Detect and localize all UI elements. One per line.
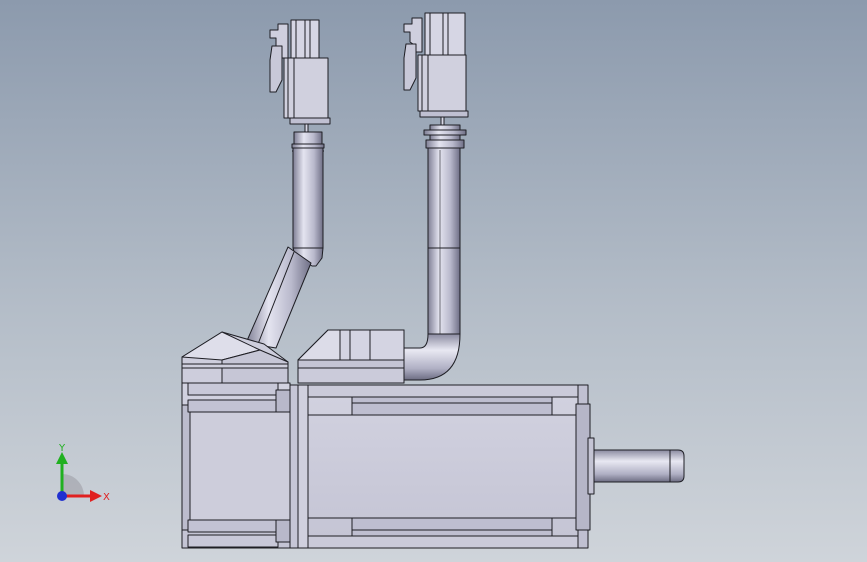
power-housing: [297, 329, 405, 384]
x-axis-arrowhead: [90, 490, 102, 502]
motor-shaft: [593, 449, 685, 483]
power-connector: [403, 12, 469, 126]
cad-viewport[interactable]: Y X: [0, 0, 867, 562]
encoder-connector: [269, 19, 331, 133]
power-cable: [402, 124, 467, 381]
motor-body: [181, 382, 595, 549]
encoder-cable: [245, 131, 325, 349]
y-axis-label: Y: [58, 443, 66, 454]
z-axis-dot: [57, 491, 67, 501]
x-axis-label: X: [103, 492, 110, 503]
axis-triad: Y X: [56, 443, 110, 503]
servo-motor-model[interactable]: [0, 0, 867, 562]
